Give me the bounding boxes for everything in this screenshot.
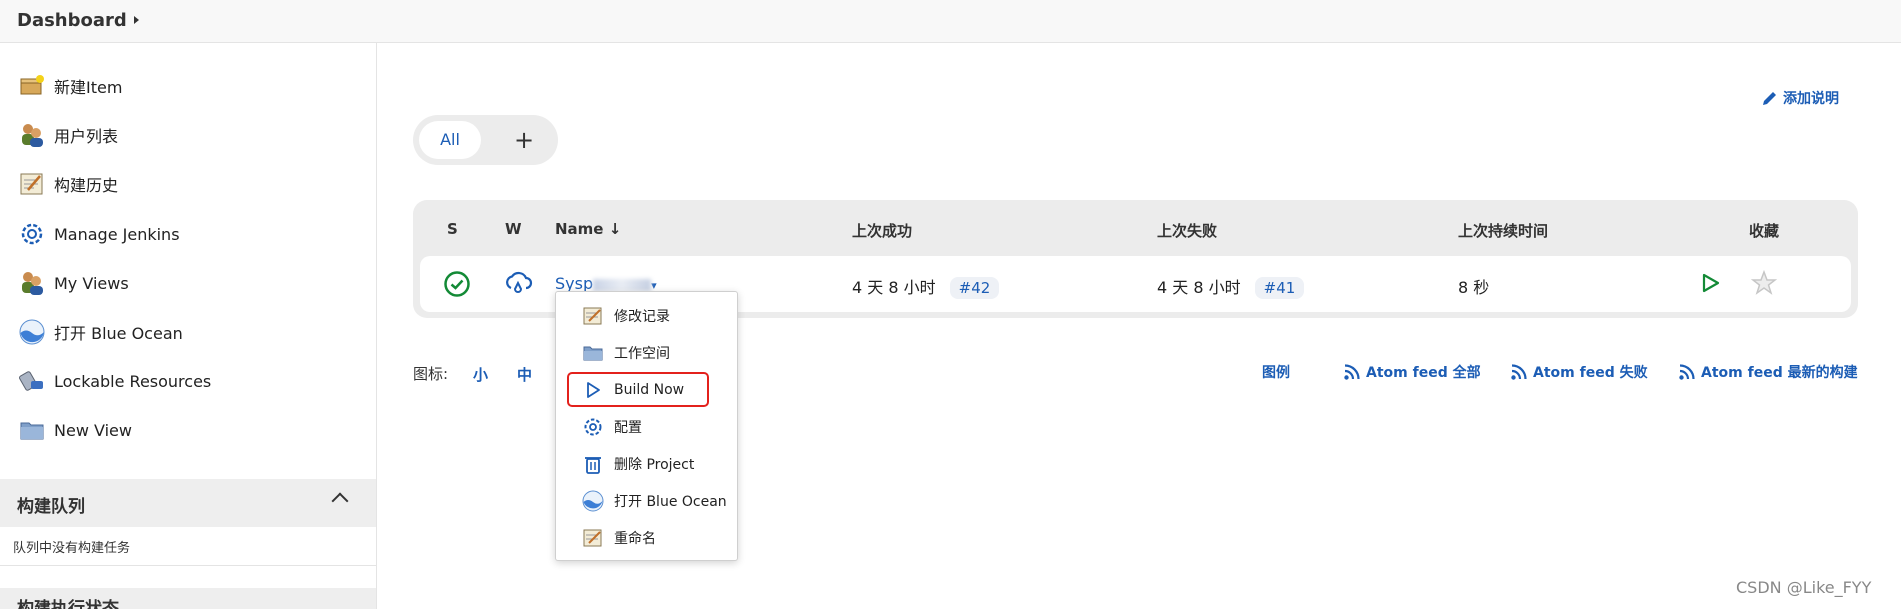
trash-icon [582, 453, 604, 475]
job-context-menu: 修改记录 工作空间 Build Now 配置 删除 Project 打开 Blu… [555, 291, 738, 561]
notepad-icon [582, 527, 604, 549]
sidebar-item-label: 用户列表 [54, 127, 119, 146]
icon-size-label: 图标: [413, 365, 449, 383]
play-icon [1702, 273, 1720, 293]
chevron-up-icon[interactable] [331, 492, 349, 510]
sidebar-item-label: Manage Jenkins [54, 224, 180, 244]
column-header-weather[interactable]: W [505, 220, 522, 238]
redacted-name [593, 278, 652, 291]
gear-icon [18, 220, 46, 248]
build-link[interactable]: #41 [1254, 277, 1305, 299]
sidebar-item-lockable-resources[interactable]: Lockable Resources [18, 366, 211, 396]
tab-all[interactable]: All [419, 121, 481, 159]
sidebar-item-build-history[interactable]: 构建历史 [18, 169, 118, 199]
notepad-icon [18, 170, 46, 198]
menu-item-workspace[interactable]: 工作空间 [582, 340, 670, 366]
column-header-last-success[interactable]: 上次成功 [852, 220, 912, 241]
sidebar-item-label: 构建历史 [54, 176, 119, 195]
breadcrumb-arrow-icon[interactable] [134, 16, 139, 24]
sidebar-item-new-item[interactable]: 新建Item [18, 71, 122, 101]
star-icon [1750, 269, 1778, 295]
icon-size-medium[interactable]: 中 [517, 364, 532, 385]
folder-icon [18, 416, 46, 444]
sidebar-item-blue-ocean[interactable]: 打开 Blue Ocean [18, 317, 183, 347]
executor-status-title: 构建执行状态 [17, 599, 119, 609]
lock-resource-icon [18, 367, 46, 395]
success-status-icon [443, 270, 471, 302]
column-header-last-duration[interactable]: 上次持续时间 [1458, 220, 1548, 241]
add-description-link[interactable]: 添加说明 [1761, 88, 1839, 108]
sidebar-item-label: 新建Item [54, 78, 123, 97]
column-header-last-failure[interactable]: 上次失败 [1157, 220, 1217, 241]
menu-item-changes[interactable]: 修改记录 [582, 303, 670, 329]
executor-status-header[interactable]: 构建执行状态 [0, 588, 376, 609]
menu-item-configure[interactable]: 配置 [582, 414, 642, 440]
breadcrumb-dashboard[interactable]: Dashboard [17, 10, 127, 31]
column-header-status[interactable]: S [447, 220, 458, 238]
column-header-name[interactable]: Name ↓ [555, 220, 621, 238]
rss-icon [1679, 364, 1695, 380]
gear-icon [582, 416, 604, 438]
icon-size-small[interactable]: 小 [473, 364, 488, 385]
build-link[interactable]: #42 [949, 277, 1000, 299]
duration-cell: 8 秒 [1458, 278, 1490, 297]
blue-ocean-icon [18, 318, 46, 346]
last-success-cell: 4 天 8 小时 #42 [852, 274, 1000, 299]
sidebar-item-my-views[interactable]: My Views [18, 268, 129, 298]
build-queue-empty-text: 队列中没有构建任务 [13, 541, 131, 556]
sidebar-item-label: Lockable Resources [54, 371, 212, 391]
menu-item-blue-ocean[interactable]: 打开 Blue Ocean [582, 488, 727, 514]
build-now-highlight [567, 372, 709, 407]
atom-feed-all-link[interactable]: Atom feed 全部 [1343, 362, 1481, 382]
sidebar-item-users[interactable]: 用户列表 [18, 120, 118, 150]
sidebar-item-label: 打开 Blue Ocean [54, 324, 183, 343]
rss-icon [1511, 364, 1527, 380]
view-tabs: All + [413, 115, 558, 165]
column-header-favorite[interactable]: 收藏 [1749, 220, 1779, 241]
add-description-label: 添加说明 [1783, 91, 1839, 107]
sidebar-item-label: New View [54, 420, 132, 440]
users-icon [18, 121, 46, 149]
build-queue-title: 构建队列 [17, 497, 85, 517]
new-item-icon [18, 72, 46, 100]
last-failure-cell: 4 天 8 小时 #41 [1157, 274, 1305, 299]
favorite-star-button[interactable] [1750, 269, 1778, 300]
sidebar-item-label: My Views [54, 273, 129, 293]
users-icon [18, 269, 46, 297]
add-view-button[interactable]: + [509, 123, 539, 157]
build-queue-header[interactable]: 构建队列 [0, 479, 376, 527]
rss-icon [1344, 364, 1360, 380]
atom-feed-failed-link[interactable]: Atom feed 失败 [1510, 362, 1648, 382]
sidebar-item-new-view[interactable]: New View [18, 415, 132, 445]
watermark: CSDN @Like_FYY [1736, 578, 1872, 597]
sidebar-item-manage-jenkins[interactable]: Manage Jenkins [18, 219, 180, 249]
pencil-icon [1763, 92, 1776, 105]
menu-item-rename[interactable]: 重命名 [582, 525, 656, 551]
breadcrumb-bar: Dashboard [0, 0, 1901, 43]
legend-link[interactable]: 图例 [1262, 362, 1290, 382]
divider [0, 565, 376, 566]
atom-feed-latest-link[interactable]: Atom feed 最新的构建 [1678, 362, 1858, 382]
notepad-icon [582, 305, 604, 327]
blue-ocean-icon [582, 490, 604, 512]
play-build-button[interactable] [1698, 271, 1722, 299]
menu-item-delete-project[interactable]: 删除 Project [582, 451, 694, 477]
cloud-rain-icon [503, 268, 533, 302]
folder-icon [582, 342, 604, 364]
